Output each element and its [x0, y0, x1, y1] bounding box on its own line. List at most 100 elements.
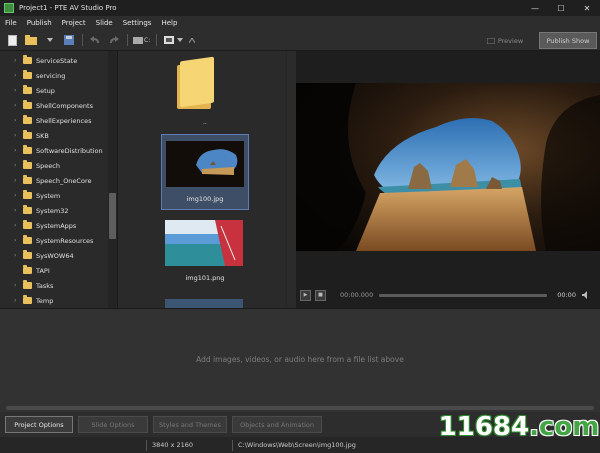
expand-arrow-icon[interactable]: › [14, 282, 22, 289]
folder-icon [23, 175, 32, 184]
tree-scroll-thumb[interactable] [109, 193, 116, 239]
volume-icon[interactable] [581, 291, 590, 299]
current-time: 00:00.000 [340, 291, 374, 299]
tree-item[interactable]: › servicing [0, 69, 108, 82]
expand-arrow-icon[interactable]: › [14, 177, 22, 184]
tree-item[interactable]: › System [0, 189, 108, 202]
play-button[interactable]: ▶ [300, 289, 311, 301]
file-thumbnail-partial[interactable] [165, 299, 243, 308]
window-controls: — ☐ ✕ [522, 0, 600, 16]
preview-button[interactable]: Preview [480, 33, 530, 48]
menu-project[interactable]: Project [57, 19, 91, 27]
expand-arrow-icon[interactable]: › [14, 132, 22, 139]
tree-item[interactable]: › Temp [0, 294, 108, 307]
view-mode-icon[interactable] [162, 34, 176, 47]
view-dropdown-icon[interactable] [177, 34, 184, 47]
file-path: C:\Windows\Web\Screen\img100.jpg [238, 441, 356, 449]
folder-icon [23, 145, 32, 154]
menu-slide[interactable]: Slide [91, 19, 118, 27]
sort-icon[interactable] [188, 34, 196, 47]
preview-icon [486, 37, 495, 44]
drive-label[interactable]: C: [144, 37, 150, 44]
expand-arrow-icon[interactable]: › [14, 87, 22, 94]
tree-item[interactable]: › ShellComponents [0, 99, 108, 112]
status-divider [232, 439, 233, 451]
tree-item[interactable]: › Setup [0, 84, 108, 97]
total-time: 00:00 [557, 291, 576, 299]
tree-item[interactable]: › SoftwareDistribution [0, 144, 108, 157]
project-options-button[interactable]: Project Options [5, 416, 73, 433]
timeline-hint: Add images, videos, or audio here from a… [196, 355, 404, 364]
tree-item[interactable]: › ShellExperiences [0, 114, 108, 127]
save-icon[interactable] [62, 34, 76, 47]
preview-label: Preview [497, 36, 524, 45]
file-thumbnail[interactable]: img101.png [161, 214, 249, 290]
open-folder-icon[interactable] [24, 34, 38, 47]
maximize-button[interactable]: ☐ [548, 0, 574, 16]
objects-and-animation-button[interactable]: Objects and Animation [232, 416, 322, 433]
tree-item[interactable]: › System32 [0, 204, 108, 217]
expand-arrow-icon[interactable]: › [14, 147, 22, 154]
new-file-icon[interactable] [5, 34, 19, 47]
folder-icon [23, 220, 32, 229]
folder-icon [23, 100, 32, 109]
file-name: img101.png [185, 274, 225, 282]
styles-and-themes-button[interactable]: Styles and Themes [153, 416, 227, 433]
expand-arrow-icon[interactable]: › [14, 297, 22, 304]
title-bar: Project1 - PTE AV Studio Pro — ☐ ✕ [0, 0, 600, 16]
menu-publish[interactable]: Publish [22, 19, 57, 27]
close-button[interactable]: ✕ [574, 0, 600, 16]
file-thumbnail-selected[interactable]: img100.jpg [161, 134, 249, 210]
tree-item[interactable]: TAPI [0, 264, 108, 277]
expand-arrow-icon[interactable]: › [14, 252, 22, 259]
tree-item[interactable]: › Tasks [0, 279, 108, 292]
expand-arrow-icon[interactable]: › [14, 237, 22, 244]
folder-icon [23, 130, 32, 139]
slide-timeline[interactable]: Add images, videos, or audio here from a… [0, 308, 600, 412]
folder-icon [23, 190, 32, 199]
menu-file[interactable]: File [0, 19, 22, 27]
file-list: .. img100.jpg img101.png [119, 51, 287, 308]
slide-options-button[interactable]: Slide Options [78, 416, 148, 433]
undo-icon[interactable] [88, 34, 102, 47]
publish-show-button[interactable]: Publish Show [539, 32, 597, 49]
expand-arrow-icon[interactable]: › [14, 222, 22, 229]
menu-help[interactable]: Help [156, 19, 182, 27]
expand-arrow-icon[interactable]: › [14, 192, 22, 199]
drive-icon[interactable] [133, 34, 143, 47]
expand-arrow-icon[interactable]: › [14, 162, 22, 169]
toolbar-divider [156, 34, 158, 46]
expand-arrow-icon[interactable]: › [14, 102, 22, 109]
tree-item[interactable]: › SysWOW64 [0, 249, 108, 262]
folder-icon [23, 205, 32, 214]
menu-settings[interactable]: Settings [118, 19, 157, 27]
expand-arrow-icon[interactable]: › [14, 207, 22, 214]
chevron-down-icon[interactable] [43, 34, 57, 47]
tree-item[interactable]: › Speech [0, 159, 108, 172]
expand-arrow-icon[interactable]: › [14, 57, 22, 64]
preview-panel: ▶ ■ 00:00.000 00:00 [296, 51, 600, 308]
file-list-scrollbar[interactable] [286, 51, 287, 308]
tree-item[interactable]: › ServiceState [0, 54, 108, 67]
folder-tree: › ServiceState › servicing › Setup › ShellCo… [0, 51, 118, 308]
folder-icon [23, 265, 32, 274]
parent-folder-icon[interactable] [177, 56, 214, 109]
expand-arrow-icon[interactable]: › [14, 72, 22, 79]
toolbar: C: Preview Publish Show [0, 30, 600, 51]
tree-scrollbar[interactable] [108, 51, 117, 308]
site-watermark: 11684 .com [438, 412, 600, 442]
stop-button[interactable]: ■ [315, 289, 326, 301]
tree-item[interactable]: › SystemApps [0, 219, 108, 232]
minimize-button[interactable]: — [522, 0, 548, 16]
toolbar-divider [82, 34, 83, 46]
playback-slider[interactable] [379, 293, 548, 297]
folder-icon [23, 295, 32, 304]
file-name: img100.jpg [186, 195, 224, 203]
tree-item[interactable]: › Speech_OneCore [0, 174, 108, 187]
expand-arrow-icon[interactable]: › [14, 117, 22, 124]
tree-item[interactable]: › SKB [0, 129, 108, 142]
image-resolution: 3840 x 2160 [152, 441, 194, 449]
folder-icon [23, 55, 32, 64]
tree-item[interactable]: › SystemResources [0, 234, 108, 247]
redo-icon[interactable] [107, 34, 121, 47]
